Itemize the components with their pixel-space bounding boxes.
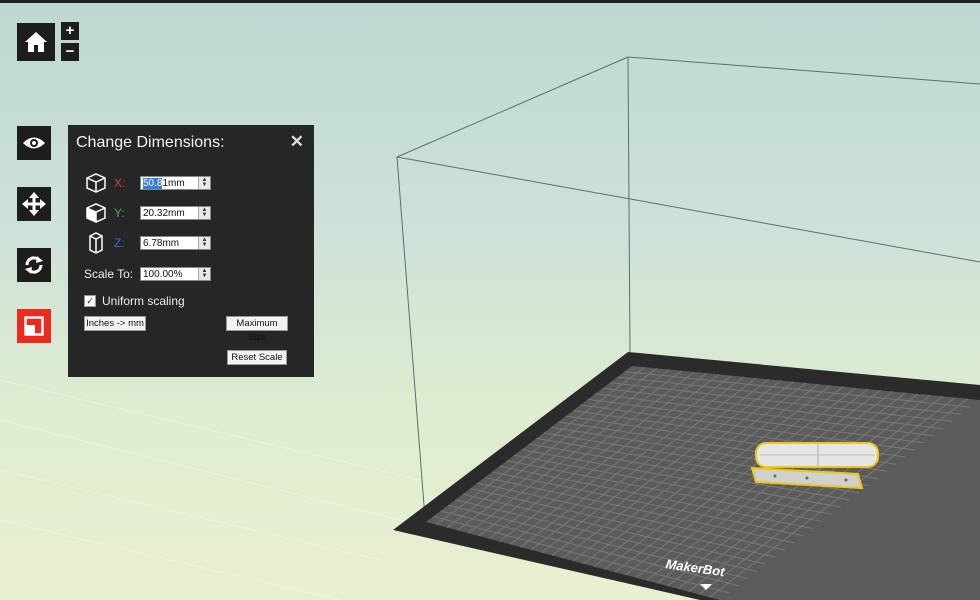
x-dimension-row: X: — [84, 172, 134, 194]
move-tool-button[interactable] — [17, 187, 51, 221]
rotate-icon — [25, 256, 43, 274]
x-value-rest: 1mm — [162, 177, 185, 189]
x-axis-label: X: — [114, 176, 126, 190]
rotate-tool-button[interactable] — [17, 248, 51, 282]
scale-to-input[interactable]: 100.00% ▲ ▼ — [140, 267, 211, 281]
z-dimension-row: Z: — [84, 232, 134, 254]
move-arrows-icon — [22, 192, 46, 216]
reset-scale-button[interactable]: Reset Scale — [227, 350, 287, 365]
home-button[interactable] — [17, 23, 55, 61]
view-tool-button[interactable] — [17, 126, 51, 160]
scale-tool-button[interactable] — [17, 309, 51, 343]
zoom-out-button[interactable]: − — [61, 43, 79, 61]
panel-title: Change Dimensions: — [76, 134, 225, 151]
scale-to-label: Scale To: — [84, 267, 134, 281]
cube-x-icon — [84, 172, 108, 194]
z-value: 6.78mm — [143, 237, 180, 249]
selected-model[interactable] — [750, 442, 879, 490]
scale-spinner-arrows[interactable]: ▲ ▼ — [198, 268, 210, 280]
uniform-scaling-label: Uniform scaling — [102, 294, 185, 308]
scale-value: 100.00% — [143, 268, 183, 280]
uniform-scaling-checkbox[interactable]: ✓ — [84, 295, 96, 307]
close-icon[interactable]: ✕ — [290, 132, 304, 152]
eye-icon — [23, 137, 45, 149]
home-icon — [25, 32, 47, 52]
scale-icon — [24, 316, 44, 336]
cube-z-icon — [84, 232, 108, 254]
x-dimension-input[interactable]: 50.81mm ▲ ▼ — [140, 176, 211, 190]
z-dimension-input[interactable]: 6.78mm ▲ ▼ — [140, 236, 211, 250]
uniform-scaling-option[interactable]: ✓ Uniform scaling — [84, 294, 185, 308]
maximum-size-button[interactable]: Maximum Size — [226, 316, 288, 343]
x-spinner-arrows[interactable]: ▲ ▼ — [198, 177, 210, 189]
y-value: 20.32mm — [143, 207, 185, 219]
change-dimensions-panel: Change Dimensions: ✕ X: 50.81mm ▲ ▼ Y: 20… — [68, 125, 314, 377]
x-value-selected: 50.8 — [143, 177, 163, 189]
y-axis-label: Y: — [114, 206, 125, 220]
cube-y-icon — [84, 202, 108, 224]
y-dimension-row: Y: — [84, 202, 134, 224]
y-spinner-arrows[interactable]: ▲ ▼ — [198, 207, 210, 219]
y-dimension-input[interactable]: 20.32mm ▲ ▼ — [140, 206, 211, 220]
background-grid — [0, 379, 421, 600]
z-axis-label: Z: — [114, 236, 125, 250]
z-spinner-arrows[interactable]: ▲ ▼ — [198, 237, 210, 249]
zoom-in-button[interactable]: + — [61, 22, 79, 40]
inches-to-mm-button[interactable]: Inches -> mm — [84, 316, 146, 331]
